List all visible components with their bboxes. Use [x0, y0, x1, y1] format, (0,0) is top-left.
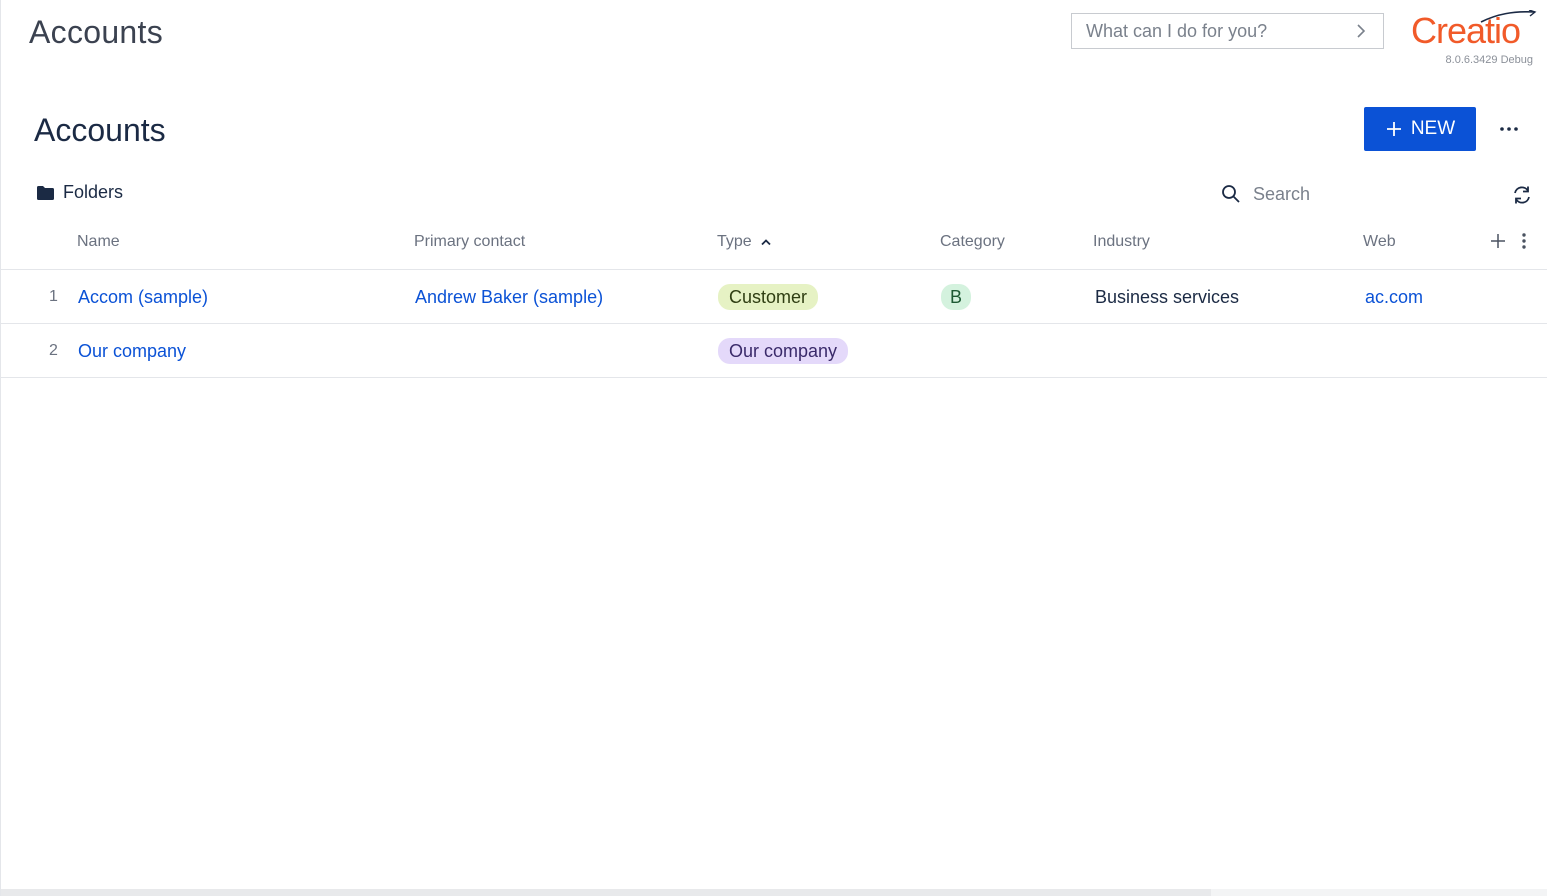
search-icon — [1222, 185, 1240, 203]
new-button-label: NEW — [1410, 118, 1456, 139]
industry-cell: Business services — [1095, 286, 1240, 307]
column-header-web[interactable]: Web — [1363, 233, 1396, 251]
column-label: Industry — [1093, 233, 1150, 250]
chevron-up-icon — [761, 239, 771, 246]
type-cell: Customer — [718, 270, 819, 324]
column-label: Type — [717, 233, 752, 250]
folder-icon — [37, 185, 54, 200]
category-tag: B — [941, 284, 972, 310]
column-header-industry[interactable]: Industry — [1093, 233, 1150, 251]
row-number: 2 — [49, 342, 58, 359]
column-menu-more-vertical-icon[interactable] — [1521, 232, 1527, 250]
folders-label: Folders — [63, 182, 124, 202]
account-name-link[interactable]: Accom (sample) — [78, 270, 208, 324]
more-horizontal-icon — [1500, 127, 1518, 131]
add-column-plus-icon[interactable] — [1489, 232, 1507, 250]
type-tag: Customer — [718, 284, 819, 310]
scrollbar-thumb[interactable] — [1211, 889, 1547, 896]
accounts-page: Accounts What can I do for you? Creatio … — [0, 0, 1547, 896]
search-input[interactable]: Search — [1221, 181, 1491, 207]
section-title: Accounts — [34, 112, 166, 148]
column-label: Primary contact — [414, 233, 526, 250]
page-title: Accounts — [29, 14, 164, 50]
type-tag: Our company — [718, 338, 849, 364]
logo-swoosh-icon — [1480, 10, 1537, 23]
command-line-input[interactable]: What can I do for you? — [1071, 13, 1384, 49]
more-actions-button[interactable] — [1494, 115, 1524, 143]
type-cell: Our company — [718, 324, 849, 378]
folders-button[interactable]: Folders — [37, 182, 123, 203]
chevron-right-icon[interactable] — [1353, 23, 1369, 39]
account-name-link[interactable]: Our company — [78, 324, 186, 378]
table-row[interactable]: 2 Our company Our company — [1, 324, 1547, 378]
creatio-logo: Creatio — [1411, 10, 1539, 52]
plus-icon — [1386, 122, 1401, 136]
refresh-icon[interactable] — [1511, 184, 1533, 206]
column-label: Category — [940, 233, 1005, 250]
primary-contact-link[interactable]: Andrew Baker (sample) — [415, 270, 603, 324]
category-cell: B — [941, 270, 972, 324]
column-label: Web — [1363, 233, 1396, 250]
table-row[interactable]: 1 Accom (sample) Andrew Baker (sample) C… — [1, 270, 1547, 324]
column-header-category[interactable]: Category — [940, 233, 1005, 251]
column-header-name[interactable]: Name — [77, 233, 120, 251]
column-tools — [1489, 232, 1527, 250]
search-placeholder: Search — [1253, 183, 1311, 204]
new-button[interactable]: NEW — [1364, 107, 1476, 151]
command-line-placeholder: What can I do for you? — [1086, 20, 1268, 41]
column-header-type[interactable]: Type — [717, 233, 772, 251]
column-header-primary-contact[interactable]: Primary contact — [414, 233, 525, 251]
web-link[interactable]: ac.com — [1365, 270, 1423, 324]
version-label: 8.0.6.3429 Debug — [1445, 54, 1533, 66]
grid-header: Name Primary contact Type Category Indus… — [1, 224, 1547, 270]
column-label: Name — [77, 233, 120, 250]
row-number: 1 — [49, 288, 58, 305]
horizontal-scrollbar[interactable] — [1, 889, 1547, 896]
